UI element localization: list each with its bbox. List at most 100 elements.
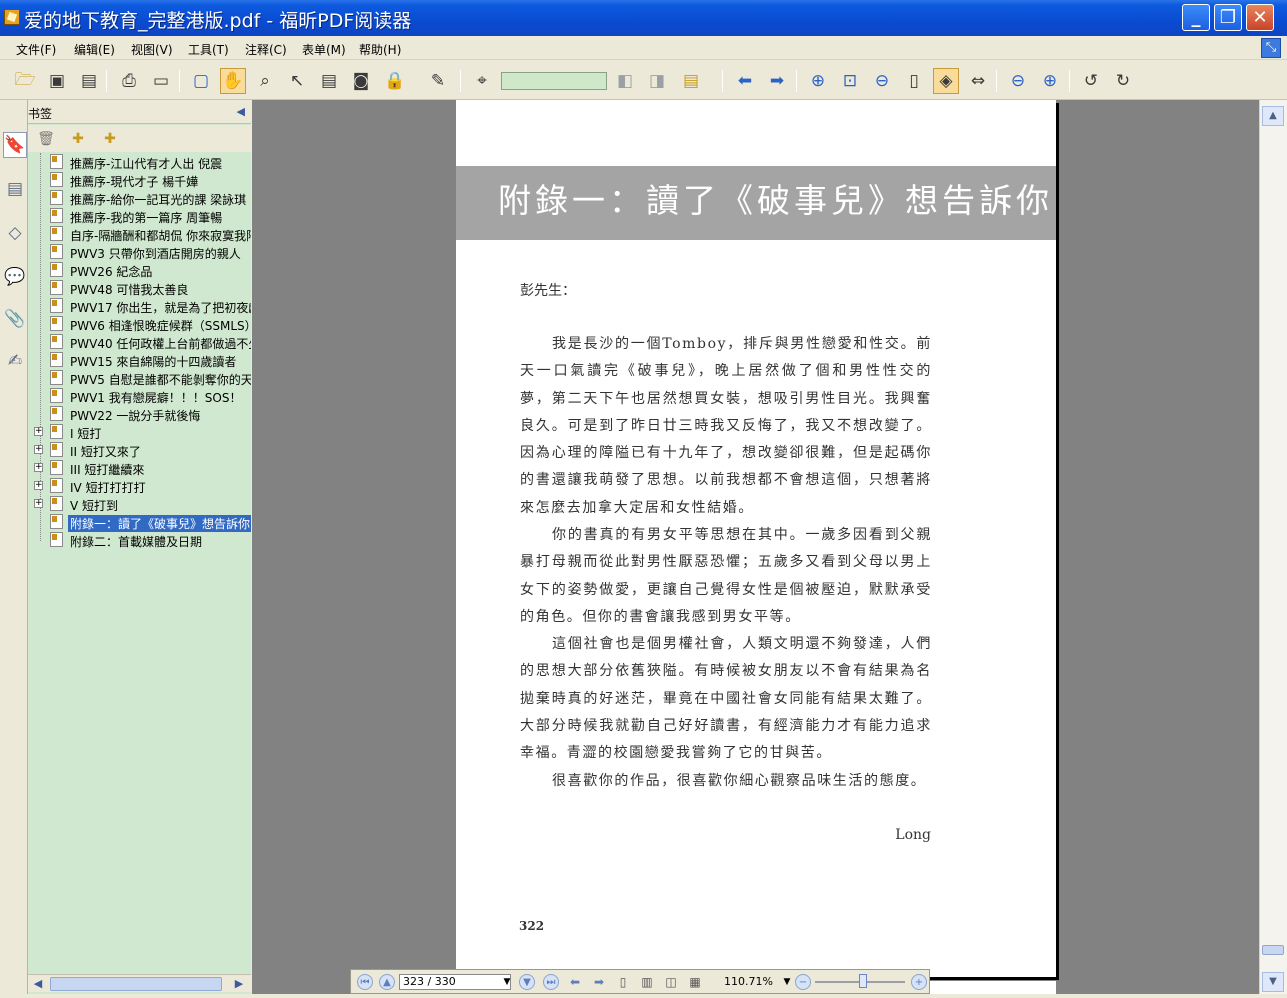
save-icon[interactable]: ▣ [44,68,70,94]
mdi-restore-button[interactable]: ⤡ [1261,38,1281,58]
zoom-out-icon[interactable]: ⊖ [869,68,895,94]
expand-plus-icon[interactable]: + [34,427,43,436]
bookmark-item[interactable]: + IV 短打打打打 [28,477,251,495]
scroll-left-icon[interactable]: ◀ [31,977,45,991]
zoom-minus-icon[interactable]: ⊖ [1005,68,1031,94]
forward-arrow-icon[interactable]: ➡ [764,68,790,94]
save-as-icon[interactable]: ▤ [76,68,102,94]
expand-plus-icon[interactable]: + [34,499,43,508]
menu-view[interactable]: 视图(V) [131,41,173,58]
select-text-icon[interactable]: ▤ [316,68,342,94]
hand-tool-icon[interactable]: ✋ [220,68,246,94]
minimize-button[interactable]: _ [1182,4,1210,31]
scroll-down-icon[interactable]: ▼ [1262,972,1284,992]
new-bookmark-icon[interactable]: ✚ [68,129,88,149]
document-view[interactable]: 附錄一：讀了《破事兒》想告訴你 彭先生： 我是長沙的一個Tomboy，排斥與男性… [252,100,1259,998]
pages-panel-icon[interactable]: ▤ [3,176,27,202]
menu-tools[interactable]: 工具(T) [188,41,229,58]
scroll-right-icon[interactable]: ▶ [232,977,246,991]
full-screen-icon[interactable]: ▢ [188,68,214,94]
bookmark-item[interactable]: 附錄二：首載媒體及日期 [28,531,251,549]
zoom-slider-thumb[interactable] [859,974,867,988]
bookmark-item[interactable]: PWV5 自慰是誰都不能剝奪你的天 [28,369,251,387]
previous-page-icon[interactable]: ▲ [379,974,395,990]
zoom-level[interactable]: 110.71% [724,975,773,988]
attachments-panel-icon[interactable]: 📎 [3,306,27,332]
bookmark-item[interactable]: 自序-隔牆酬和都胡侃 你來寂寞我陪 [28,225,251,243]
scroll-up-icon[interactable]: ▲ [1262,106,1284,126]
bookmark-item[interactable]: PWV40 任何政權上台前都做過不少 [28,333,251,351]
app-icon[interactable] [4,9,20,25]
rotate-left-icon[interactable]: ↺ [1078,68,1104,94]
next-view-icon[interactable]: ➡ [591,974,607,990]
expand-plus-icon[interactable]: + [34,445,43,454]
bookmark-item[interactable]: PWV3 只帶你到酒店開房的親人 [28,243,251,261]
signatures-panel-icon[interactable]: ✍ [3,348,27,374]
zoom-dropdown-icon[interactable]: ▼ [779,974,795,990]
actual-size-icon[interactable]: ▯ [901,68,927,94]
bookmark-item[interactable]: + III 短打繼續來 [28,459,251,477]
maximize-button[interactable]: ❐ [1214,4,1242,31]
bookmark-item[interactable]: + II 短打又來了 [28,441,251,459]
bookmark-item[interactable]: PWV1 我有戀屍癖！！！SOS！ [28,387,251,405]
sign-icon[interactable]: ✎ [425,68,451,94]
continuous-facing-icon[interactable]: ▦ [687,974,703,990]
menu-file[interactable]: 文件(F) [16,41,56,58]
bookmark-item[interactable]: PWV22 一說分手就後悔 [28,405,251,423]
bookmarks-horizontal-scrollbar[interactable]: ◀ ▶ [28,974,251,992]
select-arrow-icon[interactable]: ↖ [284,68,310,94]
bookmark-item[interactable]: PWV48 可惜我太善良 [28,279,251,297]
bookmark-item[interactable]: 推薦序-江山代有才人出 倪震 [28,153,251,171]
bookmark-item[interactable]: + V 短打到 [28,495,251,513]
zoom-in-small-icon[interactable]: + [911,974,927,990]
zoom-plus-icon[interactable]: ⊕ [1037,68,1063,94]
zoom-out-small-icon[interactable]: − [795,974,811,990]
facing-page-icon[interactable]: ◫ [663,974,679,990]
scroll-thumb[interactable] [1262,945,1284,955]
open-icon[interactable]: 🗁 [12,68,38,94]
bookmark-item[interactable]: PWV26 紀念品 [28,261,251,279]
fit-width-icon[interactable]: ⇔ [965,68,991,94]
comments-panel-icon[interactable]: 💬 [3,264,27,290]
bookmark-item[interactable]: PWV17 你出生，就是為了把初夜獻 [28,297,251,315]
continuous-page-icon[interactable]: ▥ [639,974,655,990]
bookmark-item[interactable]: 推薦序-我的第一篇序 周筆暢 [28,207,251,225]
menu-comment[interactable]: 注释(C) [245,41,287,58]
email-icon[interactable]: ▭ [148,68,174,94]
expand-bookmark-icon[interactable]: ✚ [100,129,120,149]
rms-lock-icon[interactable]: 🔒 [382,68,408,94]
single-page-icon[interactable]: ▯ [615,974,631,990]
bookmark-item[interactable]: + I 短打 [28,423,251,441]
previous-view-icon[interactable]: ⬅ [567,974,583,990]
menu-help[interactable]: 帮助(H) [359,41,401,58]
rotate-right-icon[interactable]: ↻ [1110,68,1136,94]
find-previous-icon[interactable]: ◧ [612,68,638,94]
menu-edit[interactable]: 编辑(E) [74,41,115,58]
snapshot-icon[interactable]: ◙ [348,68,374,94]
delete-bookmark-icon[interactable]: 🗑 [36,129,56,149]
expand-plus-icon[interactable]: + [34,481,43,490]
bookmarks-panel-icon[interactable]: 🔖 [3,132,27,158]
search-options-icon[interactable]: ▤ [678,68,704,94]
fit-page-icon[interactable]: ◈ [933,68,959,94]
last-page-icon[interactable]: ⏭ [543,974,559,990]
bookmark-item[interactable]: 推薦序-給你一記耳光的課 梁詠琪 [28,189,251,207]
menu-forms[interactable]: 表单(M) [302,41,346,58]
next-page-icon[interactable]: ▼ [519,974,535,990]
zoom-marquee-icon[interactable]: ⊡ [837,68,863,94]
bookmark-item[interactable]: PWV15 來自綿陽的十四歲讀者 [28,351,251,369]
vertical-scrollbar[interactable]: ▲ ▼ [1259,100,1287,998]
close-button[interactable]: ✕ [1246,4,1274,31]
bookmark-item-selected[interactable]: 附錄一：讀了《破事兒》想告訴你 [28,513,251,532]
find-next-icon[interactable]: ◨ [644,68,670,94]
expand-plus-icon[interactable]: + [34,463,43,472]
bookmark-item[interactable]: PWV6 相逢恨晚症候群（SSMLS） [28,315,251,333]
find-input[interactable] [501,72,607,90]
back-arrow-icon[interactable]: ⬅ [732,68,758,94]
zoom-in-icon[interactable]: ⊕ [805,68,831,94]
collapse-panel-icon[interactable]: ◀ [237,105,245,118]
find-binoculars-icon[interactable]: ⌖ [469,68,495,94]
print-icon[interactable]: ⎙ [116,68,142,94]
page-number-input[interactable]: 323 / 330 [399,974,511,990]
zoom-tool-icon[interactable]: ⌕ [252,68,278,94]
